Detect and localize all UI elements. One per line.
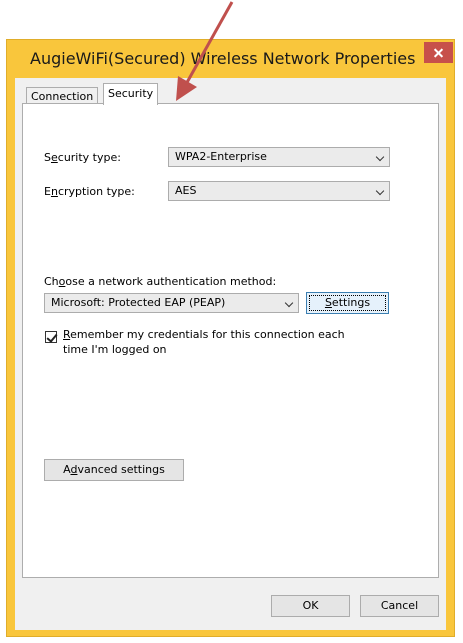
chevron-down-icon bbox=[284, 298, 294, 308]
auth-method-label: Choose a network authentication method: bbox=[44, 275, 277, 288]
chevron-down-icon bbox=[375, 186, 385, 196]
chevron-down-icon bbox=[375, 152, 385, 162]
tab-security-label: Security bbox=[108, 87, 154, 100]
tab-security[interactable]: Security bbox=[103, 83, 159, 105]
settings-button[interactable]: Settings bbox=[306, 292, 389, 314]
auth-method-select[interactable]: Microsoft: Protected EAP (PEAP) bbox=[44, 293, 299, 313]
window-title: AugieWiFi(Secured) Wireless Network Prop… bbox=[30, 49, 416, 68]
screen: { "window": { "title": "AugieWiFi(Secure… bbox=[0, 0, 463, 643]
remember-credentials-label-line2[interactable]: time I'm logged on bbox=[63, 343, 167, 356]
encryption-type-value: AES bbox=[175, 184, 197, 197]
security-type-select[interactable]: WPA2-Enterprise bbox=[168, 147, 390, 167]
encryption-type-select[interactable]: AES bbox=[168, 181, 390, 201]
encryption-type-label: Encryption type: bbox=[44, 185, 135, 198]
security-type-label: Security type: bbox=[44, 151, 121, 164]
auth-method-value: Microsoft: Protected EAP (PEAP) bbox=[51, 296, 226, 309]
remember-credentials-checkbox[interactable] bbox=[45, 331, 58, 343]
tab-connection-label: Connection bbox=[31, 90, 94, 103]
ok-button[interactable]: OK bbox=[271, 595, 350, 617]
checkmark-icon bbox=[46, 331, 58, 343]
remember-credentials-label[interactable]: Remember my credentials for this connect… bbox=[63, 328, 345, 341]
advanced-settings-button[interactable]: Advanced settings bbox=[44, 459, 184, 481]
security-type-value: WPA2-Enterprise bbox=[175, 150, 267, 163]
cancel-button[interactable]: Cancel bbox=[360, 595, 439, 617]
close-icon[interactable] bbox=[424, 42, 453, 63]
